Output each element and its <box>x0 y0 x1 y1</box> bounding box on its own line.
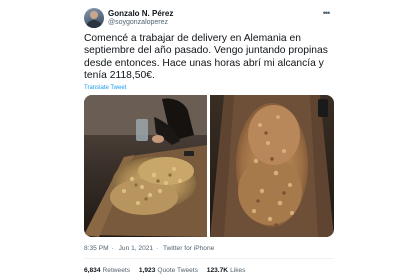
stat-label: Quote Tweets <box>157 267 198 274</box>
tweet-text: Comencé a trabajar de delivery en Aleman… <box>84 33 334 83</box>
tweet-date[interactable]: Jun 1, 2021 <box>119 245 153 252</box>
tweet-card: Gonzalo N. Pérez @soygonzaloperez ••• Co… <box>0 0 420 280</box>
stat-retweets[interactable]: 6,834 Retweets <box>84 267 130 275</box>
tweet-text-line: tenía 2118,50€. <box>84 70 155 82</box>
avatar-head <box>90 11 98 19</box>
stat-label: Likes <box>230 267 246 274</box>
tweet-text-line: desde entonces. Hace unas horas abrí mi … <box>84 57 324 69</box>
photo-coins-right[interactable] <box>210 95 334 237</box>
stat-count: 1,923 <box>138 267 156 274</box>
stat-label: Retweets <box>102 267 131 274</box>
stat-likes[interactable]: 123.7K Likes <box>207 267 246 275</box>
tweet-media <box>84 95 334 237</box>
tweet-stats: 6,834 Retweets 1,923 Quote Tweets 123.7K Li… <box>84 267 252 275</box>
photo-coins-left[interactable] <box>84 95 207 237</box>
stat-quote-tweets[interactable]: 1,923 Quote Tweets <box>139 267 198 275</box>
avatar-shoulders <box>86 20 102 28</box>
meta-separator: · <box>156 245 159 252</box>
tweet-source[interactable]: Twitter for iPhone <box>163 245 214 252</box>
avatar[interactable] <box>84 8 104 28</box>
divider <box>84 258 334 259</box>
translate-tweet-link[interactable]: Translate Tweet <box>84 85 126 92</box>
user-handle[interactable]: @soygonzaloperez <box>108 19 168 27</box>
tweet-text-line: septiembre del año pasado. Vengo juntand… <box>84 45 328 57</box>
tweet-text-line: Comencé a trabajar de delivery en Aleman… <box>84 33 301 44</box>
stat-count: 123.7K <box>206 267 229 274</box>
meta-separator: · <box>111 245 114 252</box>
tweet-meta: 8:35 PM · Jun 1, 2021 · Twitter for iPhone <box>84 245 217 253</box>
display-name[interactable]: Gonzalo N. Pérez <box>108 9 173 18</box>
stat-count: 6,834 <box>84 267 101 274</box>
more-horizontal-icon[interactable]: ••• <box>318 8 334 18</box>
tweet-time[interactable]: 8:35 PM <box>84 245 109 252</box>
